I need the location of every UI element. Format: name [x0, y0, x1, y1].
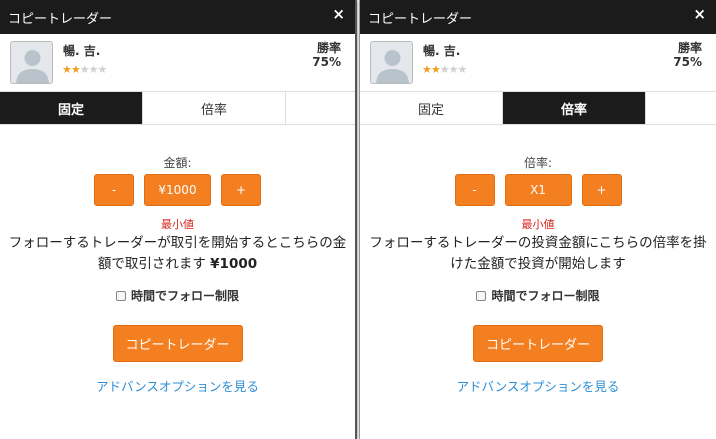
close-icon[interactable]: ×: [693, 6, 706, 22]
trader-name: 暢. 吉.: [423, 44, 461, 58]
tab-multiplier[interactable]: 倍率: [143, 92, 286, 124]
description-text: フォローするトレーダーの投資金額にこちらの倍率を掛けた金額で投資が開始します: [369, 235, 707, 272]
advanced-options-link[interactable]: アドバンスオプションを見る: [360, 376, 716, 395]
tab-fixed[interactable]: 固定: [360, 92, 503, 124]
star-rating: ★★★★★: [422, 63, 468, 76]
trader-profile: 暢. 吉. ★★★★★ 勝率 75%: [0, 34, 355, 92]
copy-trader-button[interactable]: コピートレーダー: [473, 325, 603, 362]
time-limit-label[interactable]: 時間でフォロー制限: [131, 287, 239, 304]
amount-label: 金額:: [163, 156, 192, 170]
star-empty-icon: ★: [97, 63, 108, 76]
amount-value-button[interactable]: ¥1000: [144, 174, 211, 206]
time-limit-label[interactable]: 時間でフォロー制限: [491, 287, 599, 304]
win-rate: 勝率 75%: [673, 41, 702, 69]
win-rate-value: 75%: [312, 55, 341, 69]
tab-spacer: [286, 92, 355, 124]
avatar: [10, 41, 53, 84]
star-rating: ★★★★★: [62, 63, 108, 76]
copy-trader-button[interactable]: コピートレーダー: [112, 325, 243, 362]
multiplier-label: 倍率:: [523, 156, 553, 170]
mode-tabs: 固定 倍率: [0, 92, 355, 125]
win-rate-value: 75%: [673, 55, 702, 69]
copy-trader-panel-fixed: コピートレーダー × 暢. 吉. ★★★★★ 勝率 75% 固定 倍率 金額: …: [0, 0, 357, 439]
star-empty-icon: ★: [88, 63, 99, 76]
tab-fixed[interactable]: 固定: [0, 92, 143, 124]
win-rate-label: 勝率: [316, 41, 341, 55]
minimum-value-label: 最小値: [161, 218, 194, 231]
increment-button[interactable]: +: [221, 174, 261, 206]
minimum-value-label: 最小値: [521, 218, 555, 231]
time-limit-option: 時間でフォロー制限: [360, 287, 716, 304]
description-amount: ¥1000: [210, 256, 258, 272]
multiplier-stepper: - X1 +: [360, 174, 716, 206]
multiplier-value-button[interactable]: X1: [504, 174, 572, 206]
star-empty-icon: ★: [457, 63, 468, 76]
star-empty-icon: ★: [439, 63, 450, 76]
avatar: [370, 41, 413, 84]
star-empty-icon: ★: [79, 63, 90, 76]
decrement-button[interactable]: -: [94, 174, 134, 206]
win-rate-label: 勝率: [677, 41, 702, 55]
time-limit-checkbox[interactable]: [476, 290, 487, 301]
increment-button[interactable]: +: [581, 174, 622, 206]
decrement-button[interactable]: -: [454, 174, 495, 206]
panel-title: コピートレーダー: [8, 11, 113, 27]
advanced-options-link[interactable]: アドバンスオプションを見る: [0, 376, 355, 395]
amount-stepper: - ¥1000 +: [0, 174, 355, 206]
mode-tabs: 固定 倍率: [360, 92, 716, 125]
description-text: フォローするトレーダーが取引を開始するとこちらの金額で取引されます ¥1000: [8, 233, 347, 275]
titlebar: コピートレーダー ×: [360, 0, 716, 34]
star-icon: ★: [70, 63, 81, 76]
time-limit-option: 時間でフォロー制限: [0, 287, 355, 304]
tab-multiplier[interactable]: 倍率: [503, 92, 646, 124]
win-rate: 勝率 75%: [312, 41, 341, 69]
star-icon: ★: [62, 63, 72, 76]
star-icon: ★: [430, 63, 441, 76]
close-icon[interactable]: ×: [332, 6, 345, 22]
titlebar: コピートレーダー ×: [0, 0, 355, 34]
panel-title: コピートレーダー: [368, 11, 473, 27]
description-body: フォローするトレーダーが取引を開始するとこちらの金額で取引されます: [8, 235, 347, 272]
copy-trader-panel-multiplier: コピートレーダー × 暢. 吉. ★★★★★ 勝率 75% 固定 倍率 倍率: …: [359, 0, 716, 439]
star-icon: ★: [422, 63, 432, 76]
time-limit-checkbox[interactable]: [115, 290, 126, 301]
tab-spacer: [646, 92, 716, 124]
trader-profile: 暢. 吉. ★★★★★ 勝率 75%: [360, 34, 716, 92]
star-empty-icon: ★: [448, 63, 459, 76]
trader-name: 暢. 吉.: [63, 44, 101, 58]
